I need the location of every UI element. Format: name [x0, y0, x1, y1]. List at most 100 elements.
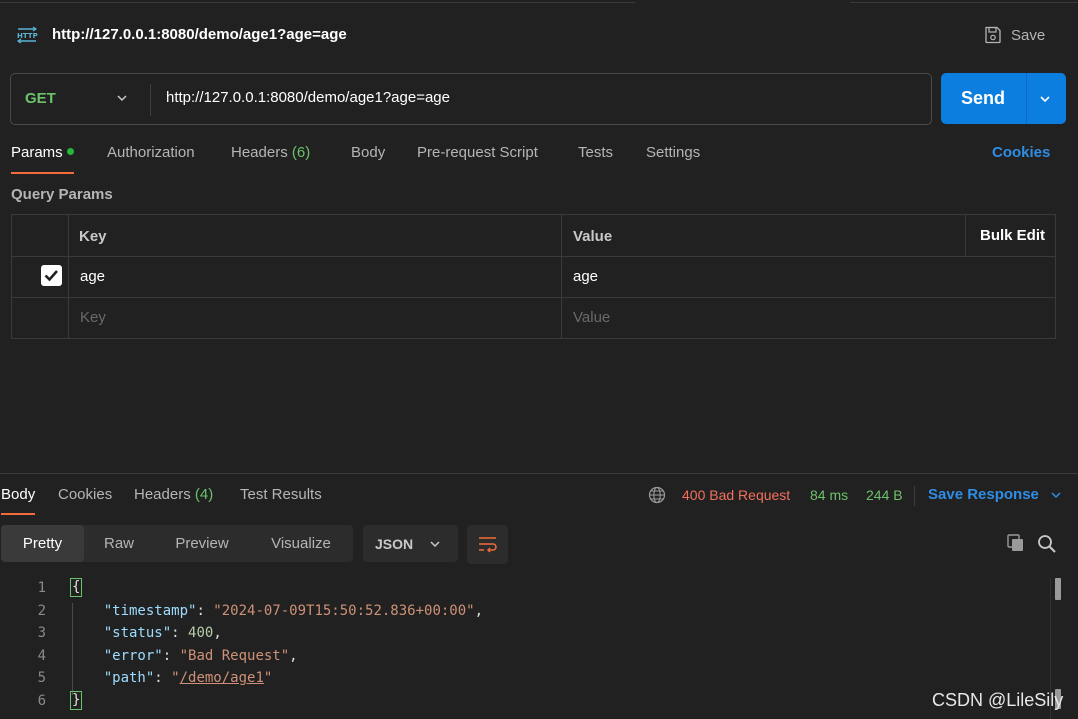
column-value-header: Value	[573, 228, 613, 245]
wrap-lines-button[interactable]	[467, 525, 508, 564]
open-brace: {	[70, 578, 83, 597]
save-response-label: Save Response	[928, 486, 1039, 503]
response-tab-headers[interactable]: Headers (4)	[134, 486, 213, 516]
param-key-cell[interactable]: age	[80, 268, 105, 285]
view-mode-group: Pretty Raw Preview Visualize	[1, 525, 353, 562]
code-line: "timestamp": "2024-07-09T15:50:52.836+00…	[103, 603, 484, 619]
request-title-row: HTTP http://127.0.0.1:8080/demo/age1?age…	[0, 18, 1078, 52]
response-size[interactable]: 244 B	[866, 487, 903, 503]
tab-headers-label: Headers	[231, 144, 288, 161]
json-key: "error"	[103, 648, 163, 664]
top-border	[0, 0, 1078, 4]
top-border-left	[0, 0, 635, 3]
code-line: "error": "Bad Request",	[103, 648, 298, 664]
new-key-input[interactable]: Key	[80, 309, 106, 326]
scrollbar-thumb[interactable]	[1055, 578, 1061, 600]
wrap-lines-icon	[479, 537, 497, 553]
json-value: 400	[188, 625, 214, 641]
param-enabled-checkbox[interactable]	[41, 265, 62, 286]
send-label: Send	[961, 88, 1006, 108]
top-border-right	[850, 0, 1078, 3]
chevron-down-icon[interactable]	[115, 91, 129, 105]
code-line: }	[70, 691, 83, 710]
code-line: "status": 400,	[103, 625, 222, 641]
response-body-editor[interactable]: 1 2 3 4 5 6 { "timestamp": "2024-07-09T1…	[0, 577, 1050, 719]
response-tab-cookies[interactable]: Cookies	[58, 486, 112, 516]
tab-params-label: Params	[11, 144, 63, 161]
new-value-input[interactable]: Value	[573, 309, 610, 326]
chevron-down-icon	[430, 541, 440, 548]
chevron-down-icon	[1051, 491, 1061, 498]
mode-pretty[interactable]: Pretty	[1, 525, 84, 562]
table-column-divider	[68, 215, 69, 338]
line-number: 1	[37, 580, 46, 596]
json-link-value[interactable]: /demo/age1	[180, 670, 264, 686]
method-select[interactable]: GET	[25, 90, 56, 107]
tab-headers[interactable]: Headers (6)	[231, 144, 310, 174]
response-tab-headers-label: Headers	[134, 486, 191, 503]
save-button[interactable]: Save	[984, 24, 1045, 46]
svg-text:HTTP: HTTP	[17, 32, 38, 40]
send-button[interactable]: Send	[941, 73, 1066, 124]
json-key: "status"	[103, 625, 172, 641]
url-bar: GET http://127.0.0.1:8080/demo/age1?age=…	[10, 73, 932, 125]
table-row: age age	[12, 257, 1055, 298]
params-indicator-dot	[66, 148, 74, 155]
send-divider	[1026, 73, 1027, 124]
response-tab-body[interactable]: Body	[1, 486, 36, 516]
code-line: "path": "/demo/age1"	[103, 670, 273, 686]
checkmark-icon	[44, 270, 58, 282]
response-tab-test-results[interactable]: Test Results	[240, 486, 322, 516]
status-divider	[914, 486, 915, 506]
line-number: 2	[37, 603, 46, 619]
globe-icon[interactable]	[648, 486, 666, 504]
request-tabs: Params Authorization Headers (6) Body Pr…	[0, 144, 1078, 176]
request-title[interactable]: http://127.0.0.1:8080/demo/age1?age=age	[52, 26, 347, 43]
mode-preview[interactable]: Preview	[161, 525, 243, 562]
tab-authorization[interactable]: Authorization	[107, 144, 195, 174]
line-number: 3	[37, 625, 46, 641]
tab-body[interactable]: Body	[351, 144, 385, 174]
response-time[interactable]: 84 ms	[810, 487, 848, 503]
format-select[interactable]: JSON	[363, 525, 458, 562]
tab-tests[interactable]: Tests	[578, 144, 613, 174]
line-number: 6	[37, 693, 46, 709]
search-icon[interactable]	[1037, 534, 1057, 554]
response-status[interactable]: 400 Bad Request	[682, 487, 790, 503]
watermark: CSDN @LileSily	[932, 690, 1064, 710]
format-label: JSON	[375, 536, 414, 552]
response-tabs: Body Cookies Headers (4) Test Results 40…	[0, 486, 1078, 516]
cookies-link[interactable]: Cookies	[992, 144, 1050, 161]
table-column-divider	[561, 215, 562, 338]
tab-prerequest-script[interactable]: Pre-request Script	[417, 144, 538, 174]
code-line: {	[70, 578, 83, 597]
query-params-title: Query Params	[11, 186, 113, 203]
copy-icon[interactable]	[1006, 533, 1026, 553]
url-input[interactable]: http://127.0.0.1:8080/demo/age1?age=age	[166, 89, 450, 106]
query-params-table: Key Value Bulk Edit age age Key Value	[11, 214, 1056, 339]
json-key: "path"	[103, 670, 155, 686]
table-column-divider	[965, 215, 966, 257]
table-row-empty: Key Value	[12, 298, 1055, 338]
response-pane-divider[interactable]	[0, 473, 1078, 474]
bulk-edit-button[interactable]: Bulk Edit	[980, 227, 1045, 244]
tab-headers-count: (6)	[291, 144, 311, 161]
mode-raw[interactable]: Raw	[89, 525, 149, 562]
save-icon	[985, 26, 1001, 44]
close-brace: }	[70, 691, 83, 710]
json-value: "2024-07-09T15:50:52.836+00:00"	[213, 603, 475, 619]
json-value: "Bad Request"	[179, 648, 290, 664]
table-header-row: Key Value Bulk Edit	[12, 215, 1055, 257]
tab-params[interactable]: Params	[11, 144, 74, 174]
save-label: Save	[1011, 26, 1046, 44]
tab-settings[interactable]: Settings	[646, 144, 700, 174]
json-key: "timestamp"	[103, 603, 197, 619]
save-response-button[interactable]: Save Response	[928, 486, 1063, 503]
http-icon: HTTP	[16, 26, 38, 44]
column-key-header: Key	[79, 228, 107, 245]
send-options-chevron-icon[interactable]	[1038, 92, 1052, 106]
response-headers-count: (4)	[194, 486, 214, 503]
mode-visualize[interactable]: Visualize	[257, 525, 345, 562]
url-divider	[150, 84, 151, 116]
param-value-cell[interactable]: age	[573, 268, 598, 285]
